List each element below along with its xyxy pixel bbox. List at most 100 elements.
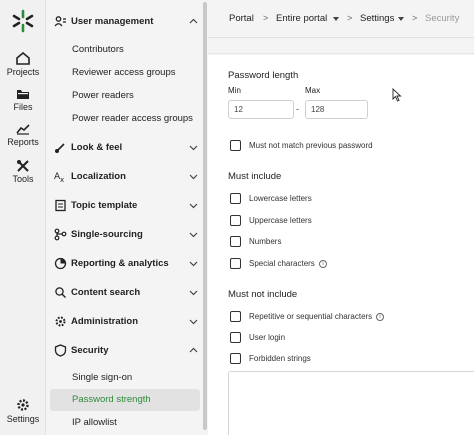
nav-item-reviewer-access-groups[interactable]: Reviewer access groups [46, 62, 204, 84]
must-include-heading: Must include [228, 171, 282, 182]
must-not-match-label: Must not match previous password [249, 141, 373, 150]
range-dash: - [296, 104, 299, 114]
branch-icon [54, 228, 67, 241]
max-label: Max [305, 86, 321, 95]
nav-section-security[interactable]: Security [46, 337, 204, 366]
nav-item-power-readers[interactable]: Power readers [46, 85, 204, 107]
chevron-down-icon [189, 203, 198, 209]
chevron-up-icon [189, 18, 198, 24]
search-icon [55, 287, 66, 298]
uppercase-checkbox[interactable] [230, 215, 241, 226]
nav-item-label: Contributors [72, 44, 124, 55]
template-icon [55, 199, 66, 212]
nav-item-contributors[interactable]: Contributors [46, 39, 204, 61]
chevron-down-icon [189, 232, 198, 238]
logo-icon [12, 9, 34, 33]
min-label: Min [228, 86, 241, 95]
nav-section-label: Localization [71, 171, 126, 182]
numbers-label: Numbers [249, 237, 282, 246]
password-length-heading: Password length [228, 70, 299, 81]
nav-section-topic-template[interactable]: Topic template [46, 192, 204, 221]
lowercase-checkbox[interactable] [230, 193, 241, 204]
breadcrumb-entire-portal[interactable]: Entire portal [276, 13, 327, 24]
user-login-checkbox[interactable] [230, 332, 241, 343]
nav-section-label: Administration [71, 316, 139, 327]
breadcrumb-separator: > [263, 13, 269, 23]
password-settings-form: Password length Min Max 12 - 128 Must no… [208, 55, 474, 435]
chevron-down-icon [189, 174, 198, 180]
breadcrumb-portal[interactable]: Portal [229, 13, 254, 24]
users-icon [54, 16, 66, 27]
nav-section-label: Security [71, 345, 109, 356]
nav-section-reporting-analytics[interactable]: Reporting & analytics [46, 250, 204, 279]
nav-section-label: Content search [71, 287, 141, 298]
nav-item-label: Power readers [72, 90, 134, 101]
nav-section-look-and-feel[interactable]: Look & feel [46, 134, 204, 163]
lowercase-label: Lowercase letters [249, 194, 312, 203]
nav-section-single-sourcing[interactable]: Single-sourcing [46, 221, 204, 250]
page-header [208, 38, 474, 54]
nav-item-ip-allowlist[interactable]: IP allowlist [46, 412, 204, 434]
chevron-down-icon [189, 145, 198, 151]
nav-item-single-sign-on[interactable]: Single sign-on [46, 367, 204, 389]
must-not-match-checkbox[interactable] [230, 140, 241, 151]
info-icon[interactable]: i [376, 313, 384, 321]
forbidden-strings-checkbox[interactable] [230, 353, 241, 364]
nav-section-administration[interactable]: Administration [46, 308, 204, 337]
main-area: Portal > Entire portal > Settings > Secu… [208, 0, 474, 435]
forbidden-strings-label: Forbidden strings [249, 354, 311, 363]
caret-down-icon[interactable] [333, 17, 339, 21]
nav-item-password-strength[interactable]: Password strength [50, 389, 200, 411]
nav-section-user-management[interactable]: User management [46, 8, 204, 37]
pie-chart-icon [54, 257, 67, 270]
max-length-input[interactable]: 128 [305, 100, 368, 119]
numbers-checkbox[interactable] [230, 236, 241, 247]
folder-icon [17, 90, 29, 99]
translate-icon: Ax [54, 172, 64, 183]
breadcrumb-security: Security [425, 13, 460, 24]
caret-down-icon[interactable] [398, 17, 404, 21]
repetitive-checkbox[interactable] [230, 311, 241, 322]
nav-item-label: Power reader access groups [72, 113, 193, 124]
shield-icon [54, 344, 67, 357]
breadcrumb-separator: > [347, 13, 353, 23]
svg-text:x: x [60, 176, 64, 183]
app-rail: Projects Files Reports Tools Settings [0, 0, 46, 435]
settings-icon [55, 316, 66, 327]
nav-section-content-search[interactable]: Content search [46, 279, 204, 308]
special-characters-label: Special characters [249, 259, 315, 268]
chevron-down-icon [189, 261, 198, 267]
rail-tools[interactable]: Tools [0, 159, 46, 184]
rail-reports-label: Reports [7, 137, 39, 147]
chevron-down-icon [189, 290, 198, 296]
nav-item-power-reader-access-groups[interactable]: Power reader access groups [46, 108, 204, 130]
min-length-input[interactable]: 12 [228, 100, 294, 119]
rail-projects-label: Projects [6, 67, 40, 77]
nav-section-label: User management [71, 16, 154, 27]
nav-section-label: Look & feel [71, 142, 123, 153]
nav-section-localization[interactable]: Ax Localization [46, 163, 204, 192]
chevron-up-icon [189, 347, 198, 353]
rail-reports[interactable]: Reports [0, 123, 46, 147]
breadcrumb-separator: > [412, 13, 418, 23]
tools-icon [17, 160, 29, 172]
repetitive-label: Repetitive or sequential characters [249, 312, 373, 321]
user-login-label: User login [249, 333, 286, 342]
info-icon[interactable]: i [319, 260, 327, 268]
chevron-down-icon [189, 319, 198, 325]
rail-files[interactable]: Files [0, 88, 46, 112]
special-characters-checkbox[interactable] [230, 258, 241, 269]
rail-settings[interactable]: Settings [0, 398, 46, 424]
rail-projects[interactable]: Projects [0, 52, 46, 77]
nav-item-label: Password strength [72, 394, 151, 405]
rail-files-label: Files [13, 102, 33, 112]
breadcrumb-settings[interactable]: Settings [360, 13, 394, 24]
nav-item-label: Single sign-on [72, 372, 133, 383]
rail-settings-label: Settings [6, 414, 40, 424]
nav-section-label: Topic template [71, 200, 138, 211]
home-icon [16, 52, 30, 65]
chart-icon [16, 124, 30, 135]
breadcrumb: Portal > Entire portal > Settings > Secu… [208, 0, 474, 38]
nav-section-label: Reporting & analytics [71, 258, 169, 269]
forbidden-strings-textarea[interactable] [228, 371, 474, 435]
